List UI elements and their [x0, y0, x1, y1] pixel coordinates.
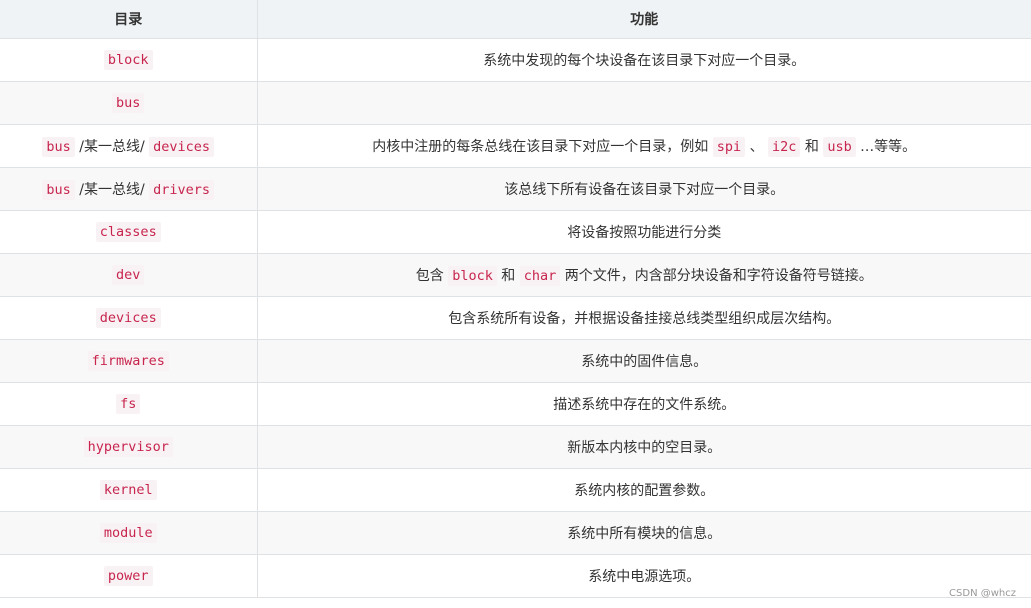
cell-text: 系统中电源选项。: [588, 569, 701, 585]
inline-code: bus: [42, 180, 75, 200]
cell-text: 和: [800, 139, 824, 155]
header-function: 功能: [257, 0, 1031, 39]
inline-code: block: [448, 266, 497, 286]
function-cell: 内核中注册的每条总线在该目录下对应一个目录，例如 spi 、 i2c 和 usb…: [257, 124, 1031, 168]
inline-code: devices: [149, 137, 215, 157]
inline-code: kernel: [99, 480, 157, 500]
inline-code: firmwares: [87, 351, 169, 371]
directory-cell: devices: [0, 296, 258, 340]
cell-text: 包含: [415, 268, 449, 284]
directory-cell: fs: [0, 382, 258, 426]
cell-text: /某一总线/: [74, 182, 150, 198]
function-cell: 系统中发现的每个块设备在该目录下对应一个目录。: [257, 38, 1031, 82]
header-directory: 目录: [0, 0, 258, 39]
inline-code: drivers: [149, 180, 215, 200]
inline-code: classes: [95, 222, 161, 242]
inline-code: power: [103, 566, 153, 586]
function-cell: 系统中所有模块的信息。: [257, 511, 1031, 555]
function-cell: 包含系统所有设备，并根据设备挂接总线类型组织成层次结构。: [257, 296, 1031, 340]
directory-cell: block: [0, 38, 258, 82]
cell-text: 内核中注册的每条总线在该目录下对应一个目录，例如: [372, 139, 713, 155]
function-cell: [257, 81, 1031, 125]
inline-code: dev: [112, 265, 145, 285]
cell-text: 系统中发现的每个块设备在该目录下对应一个目录。: [483, 53, 806, 69]
inline-code: i2c: [768, 137, 801, 157]
inline-code: fs: [116, 394, 141, 414]
table-row: bus /某一总线/ devices 内核中注册的每条总线在该目录下对应一个目录，…: [0, 124, 1031, 168]
inline-code: spi: [712, 137, 746, 157]
inline-code: hypervisor: [83, 437, 173, 457]
table-body: block 系统中发现的每个块设备在该目录下对应一个目录。 bus bus /某一总线…: [0, 38, 1031, 598]
function-cell: 包含 block 和 char 两个文件，内含部分块设备和字符设备符号链接。: [257, 253, 1031, 297]
cell-text: …等等。: [855, 139, 917, 155]
csdn-watermark: CSDN @whcz: [949, 588, 1016, 599]
cell-text: 该总线下所有设备在该目录下对应一个目录。: [504, 182, 785, 198]
cell-text: 系统内核的配置参数。: [574, 483, 715, 499]
inline-code: module: [99, 523, 157, 543]
directory-cell: dev: [0, 253, 258, 297]
directory-cell: bus /某一总线/ devices: [0, 124, 258, 168]
function-cell: 新版本内核中的空目录。: [257, 425, 1031, 469]
cell-text: 和: [496, 268, 520, 284]
function-cell: 系统中电源选项。: [257, 554, 1031, 598]
function-cell: 该总线下所有设备在该目录下对应一个目录。: [257, 167, 1031, 211]
directory-cell: classes: [0, 210, 258, 254]
function-cell: 描述系统中存在的文件系统。: [257, 382, 1031, 426]
inline-code: char: [519, 266, 561, 286]
table-row: classes 将设备按照功能进行分类: [0, 210, 1031, 254]
directory-cell: hypervisor: [0, 425, 258, 469]
table-row: kernel 系统内核的配置参数。: [0, 468, 1031, 512]
cell-text: 新版本内核中的空目录。: [567, 440, 722, 456]
cell-text: 描述系统中存在的文件系统。: [553, 397, 736, 413]
directory-cell: firmwares: [0, 339, 258, 383]
cell-text: /某一总线/: [74, 139, 150, 155]
function-cell: 系统内核的配置参数。: [257, 468, 1031, 512]
inline-code: bus: [112, 93, 145, 113]
cell-text: 包含系统所有设备，并根据设备挂接总线类型组织成层次结构。: [448, 311, 841, 327]
directory-cell: bus /某一总线/ drivers: [0, 167, 258, 211]
table-row: bus /某一总线/ drivers 该总线下所有设备在该目录下对应一个目录。: [0, 167, 1031, 211]
function-cell: 系统中的固件信息。: [257, 339, 1031, 383]
cell-text: 、: [745, 139, 769, 155]
table-row: firmwares 系统中的固件信息。: [0, 339, 1031, 383]
directory-cell: kernel: [0, 468, 258, 512]
cell-text: 将设备按照功能进行分类: [567, 225, 722, 241]
cell-text: 系统中的固件信息。: [581, 354, 708, 370]
table-row: hypervisor 新版本内核中的空目录。: [0, 425, 1031, 469]
table-row: bus: [0, 81, 1031, 125]
cell-text: 两个文件，内含部分块设备和字符设备符号链接。: [560, 268, 873, 284]
table-row: dev 包含 block 和 char 两个文件，内含部分块设备和字符设备符号链接…: [0, 253, 1031, 297]
table-row: module 系统中所有模块的信息。: [0, 511, 1031, 555]
table-row: fs 描述系统中存在的文件系统。: [0, 382, 1031, 426]
directory-cell: bus: [0, 81, 258, 125]
inline-code: block: [103, 50, 153, 70]
cell-text: 系统中所有模块的信息。: [567, 526, 722, 542]
inline-code: bus: [42, 137, 75, 157]
function-cell: 将设备按照功能进行分类: [257, 210, 1031, 254]
table-row: devices 包含系统所有设备，并根据设备挂接总线类型组织成层次结构。: [0, 296, 1031, 340]
table-header-row: 目录 功能: [0, 0, 1031, 39]
table-row: power 系统中电源选项。: [0, 554, 1031, 598]
inline-code: devices: [95, 308, 161, 328]
sysfs-directory-table: 目录 功能 block 系统中发现的每个块设备在该目录下对应一个目录。 bus bus…: [0, 0, 1031, 598]
directory-cell: module: [0, 511, 258, 555]
inline-code: usb: [823, 137, 856, 157]
table-row: block 系统中发现的每个块设备在该目录下对应一个目录。: [0, 38, 1031, 82]
directory-cell: power: [0, 554, 258, 598]
